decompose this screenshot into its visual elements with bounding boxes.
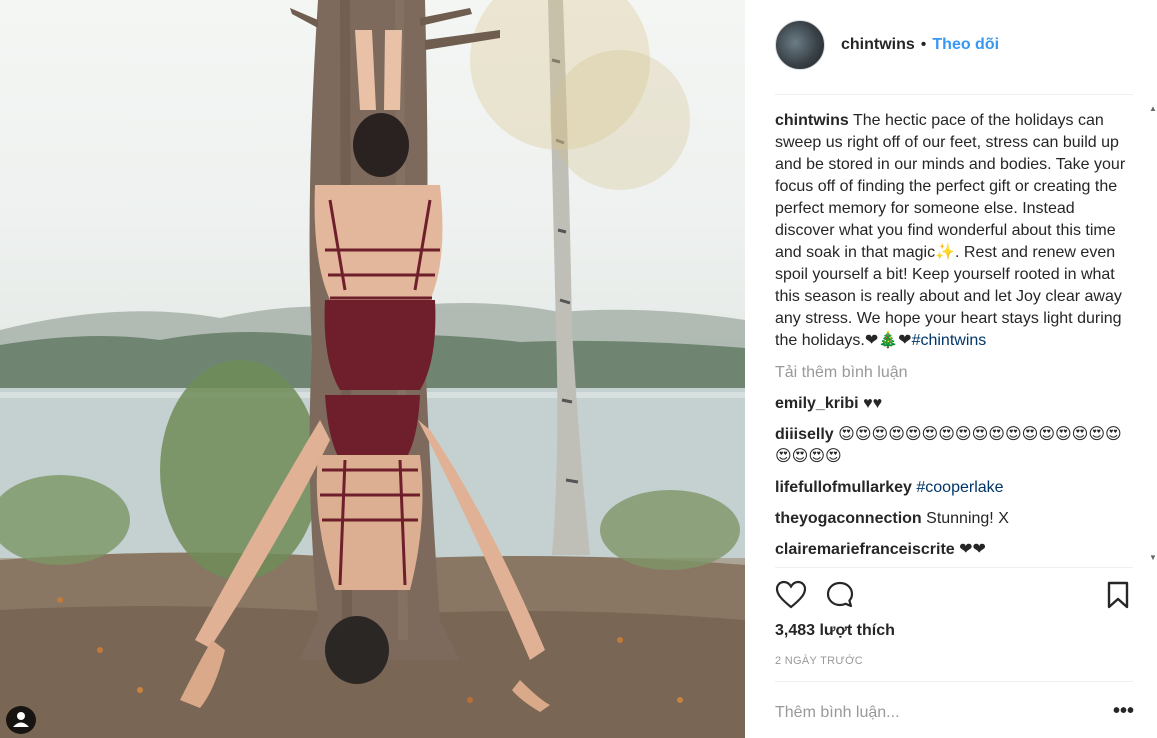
list-item: emily_kribi ♥♥: [775, 393, 1135, 415]
comment-button[interactable]: [825, 580, 855, 615]
caption-emojis: ❤🎄❤: [864, 332, 912, 349]
bookmark-icon: [1107, 581, 1129, 609]
list-item: clairemariefranceiscrite ❤❤: [775, 539, 1135, 561]
header-username[interactable]: chintwins: [841, 36, 915, 54]
list-item: theyogaconnection Stunning! X: [775, 508, 1135, 530]
comment-username[interactable]: diiiselly: [775, 426, 834, 443]
comment-text: ❤❤: [959, 541, 986, 558]
post-caption: chintwins The hectic pace of the holiday…: [775, 110, 1135, 352]
user-tag-icon: [13, 712, 29, 727]
likes-count[interactable]: 3,483 lượt thích: [775, 622, 895, 640]
comments-scrollbar[interactable]: [1148, 110, 1156, 565]
list-item: diiiselly 😍😍😍😍😍😍😍😍😍😍😍😍😍😍😍😍😍😍😍😍😍: [775, 424, 1135, 468]
user-tag-button[interactable]: [6, 706, 36, 734]
heart-icon: [775, 580, 807, 609]
follow-button[interactable]: Theo dõi: [932, 36, 999, 54]
add-comment-input[interactable]: [775, 700, 1075, 726]
comment-username[interactable]: emily_kribi: [775, 395, 859, 412]
comment-username[interactable]: theyogaconnection: [775, 510, 922, 527]
header-separator: •: [920, 36, 927, 53]
comment-username[interactable]: clairemariefranceiscrite: [775, 541, 955, 558]
post-header: chintwins • Theo dõi: [775, 20, 999, 70]
load-more-comments-button[interactable]: Tải thêm bình luận: [775, 362, 1135, 384]
save-button[interactable]: [1105, 580, 1131, 615]
caption-username[interactable]: chintwins: [775, 112, 849, 129]
comments-list[interactable]: chintwins The hectic pace of the holiday…: [775, 110, 1135, 567]
divider: [775, 94, 1133, 95]
post-photo[interactable]: [0, 0, 745, 738]
comment-hashtag-link[interactable]: #cooperlake: [916, 479, 1003, 496]
avatar[interactable]: [775, 20, 825, 70]
post-timestamp[interactable]: 2 NGÀY TRƯỚC: [775, 655, 863, 667]
action-bar: [775, 580, 1133, 610]
comment-text: Stunning! X: [926, 510, 1009, 527]
list-item: lifefullofmullarkey #cooperlake: [775, 477, 1135, 499]
like-button[interactable]: [775, 580, 807, 615]
caption-hashtag[interactable]: #chintwins: [912, 332, 987, 349]
more-options-icon[interactable]: •••: [1113, 701, 1134, 721]
divider: [775, 681, 1133, 682]
comment-username[interactable]: lifefullofmullarkey: [775, 479, 912, 496]
comment-icon: [826, 581, 854, 608]
post-side-panel: chintwins • Theo dõi chintwins The hecti…: [745, 0, 1157, 738]
scroll-down-arrow-icon[interactable]: ▼: [1149, 553, 1157, 562]
photo-scene: [0, 0, 745, 738]
divider: [775, 567, 1133, 568]
comment-text: ♥♥: [863, 395, 883, 412]
caption-text: The hectic pace of the holidays can swee…: [775, 112, 1126, 349]
